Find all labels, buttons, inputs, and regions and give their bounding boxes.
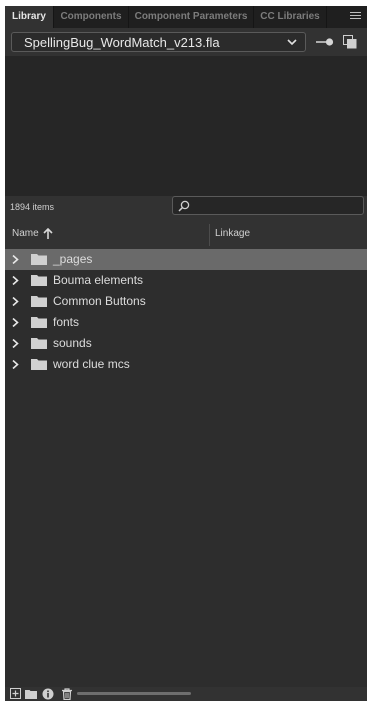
list-item-label: word clue mcs — [53, 357, 130, 371]
chevron-down-icon — [287, 39, 297, 46]
library-panel: Library Components Component Parameters … — [5, 6, 367, 701]
document-dropdown-value: SpellingBug_WordMatch_v213.fla — [24, 35, 220, 50]
chevron-right-icon[interactable] — [12, 276, 19, 285]
column-divider[interactable] — [209, 224, 210, 246]
delete-icon[interactable] — [61, 688, 73, 700]
folder-icon — [31, 317, 47, 328]
list-item-label: _pages — [53, 252, 93, 266]
list-item[interactable]: Common Buttons — [5, 291, 367, 312]
new-symbol-icon[interactable] — [10, 688, 22, 700]
panel-tab-bar: Library Components Component Parameters … — [5, 6, 367, 28]
folder-icon — [31, 275, 47, 286]
tab-library[interactable]: Library — [5, 6, 54, 28]
list-item[interactable]: _pages — [5, 249, 367, 270]
document-dropdown[interactable]: SpellingBug_WordMatch_v213.fla — [11, 32, 306, 52]
list-item[interactable]: fonts — [5, 312, 367, 333]
folder-icon — [31, 296, 47, 307]
column-name-header[interactable]: Name — [12, 228, 39, 239]
chevron-right-icon[interactable] — [12, 360, 19, 369]
list-item[interactable]: word clue mcs — [5, 354, 367, 375]
column-linkage-header[interactable]: Linkage — [215, 228, 250, 239]
horizontal-scrollbar[interactable] — [77, 692, 191, 695]
library-item-list: _pages Bouma elements Common Buttons fon… — [5, 249, 367, 687]
pin-icon[interactable] — [316, 37, 334, 47]
properties-icon[interactable] — [42, 688, 54, 700]
folder-icon — [31, 254, 47, 265]
list-item-label: Bouma elements — [53, 273, 144, 287]
chevron-right-icon[interactable] — [12, 318, 19, 327]
tab-component-parameters[interactable]: Component Parameters — [129, 6, 254, 28]
list-item[interactable]: Bouma elements — [5, 270, 367, 291]
list-item-label: fonts — [53, 315, 80, 329]
list-item-label: Common Buttons — [53, 294, 146, 308]
sort-ascending-icon[interactable] — [43, 228, 53, 239]
column-header: Name Linkage — [5, 224, 367, 246]
new-library-panel-icon[interactable] — [343, 35, 357, 49]
tab-cc-libraries[interactable]: CC Libraries — [254, 6, 327, 28]
chevron-right-icon[interactable] — [12, 297, 19, 306]
folder-icon — [31, 359, 47, 370]
chevron-right-icon[interactable] — [12, 339, 19, 348]
chevron-right-icon[interactable] — [12, 255, 19, 264]
tab-components[interactable]: Components — [54, 6, 129, 28]
search-input[interactable] — [172, 196, 364, 215]
hamburger-menu-icon[interactable] — [350, 12, 361, 22]
symbol-preview-area — [5, 56, 367, 196]
item-count: 1894 items — [10, 202, 55, 212]
folder-icon — [31, 338, 47, 349]
list-item-label: sounds — [53, 336, 92, 350]
new-folder-icon[interactable] — [25, 688, 37, 700]
search-icon — [178, 200, 190, 212]
list-item[interactable]: sounds — [5, 333, 367, 354]
library-bottom-toolbar — [5, 687, 367, 701]
